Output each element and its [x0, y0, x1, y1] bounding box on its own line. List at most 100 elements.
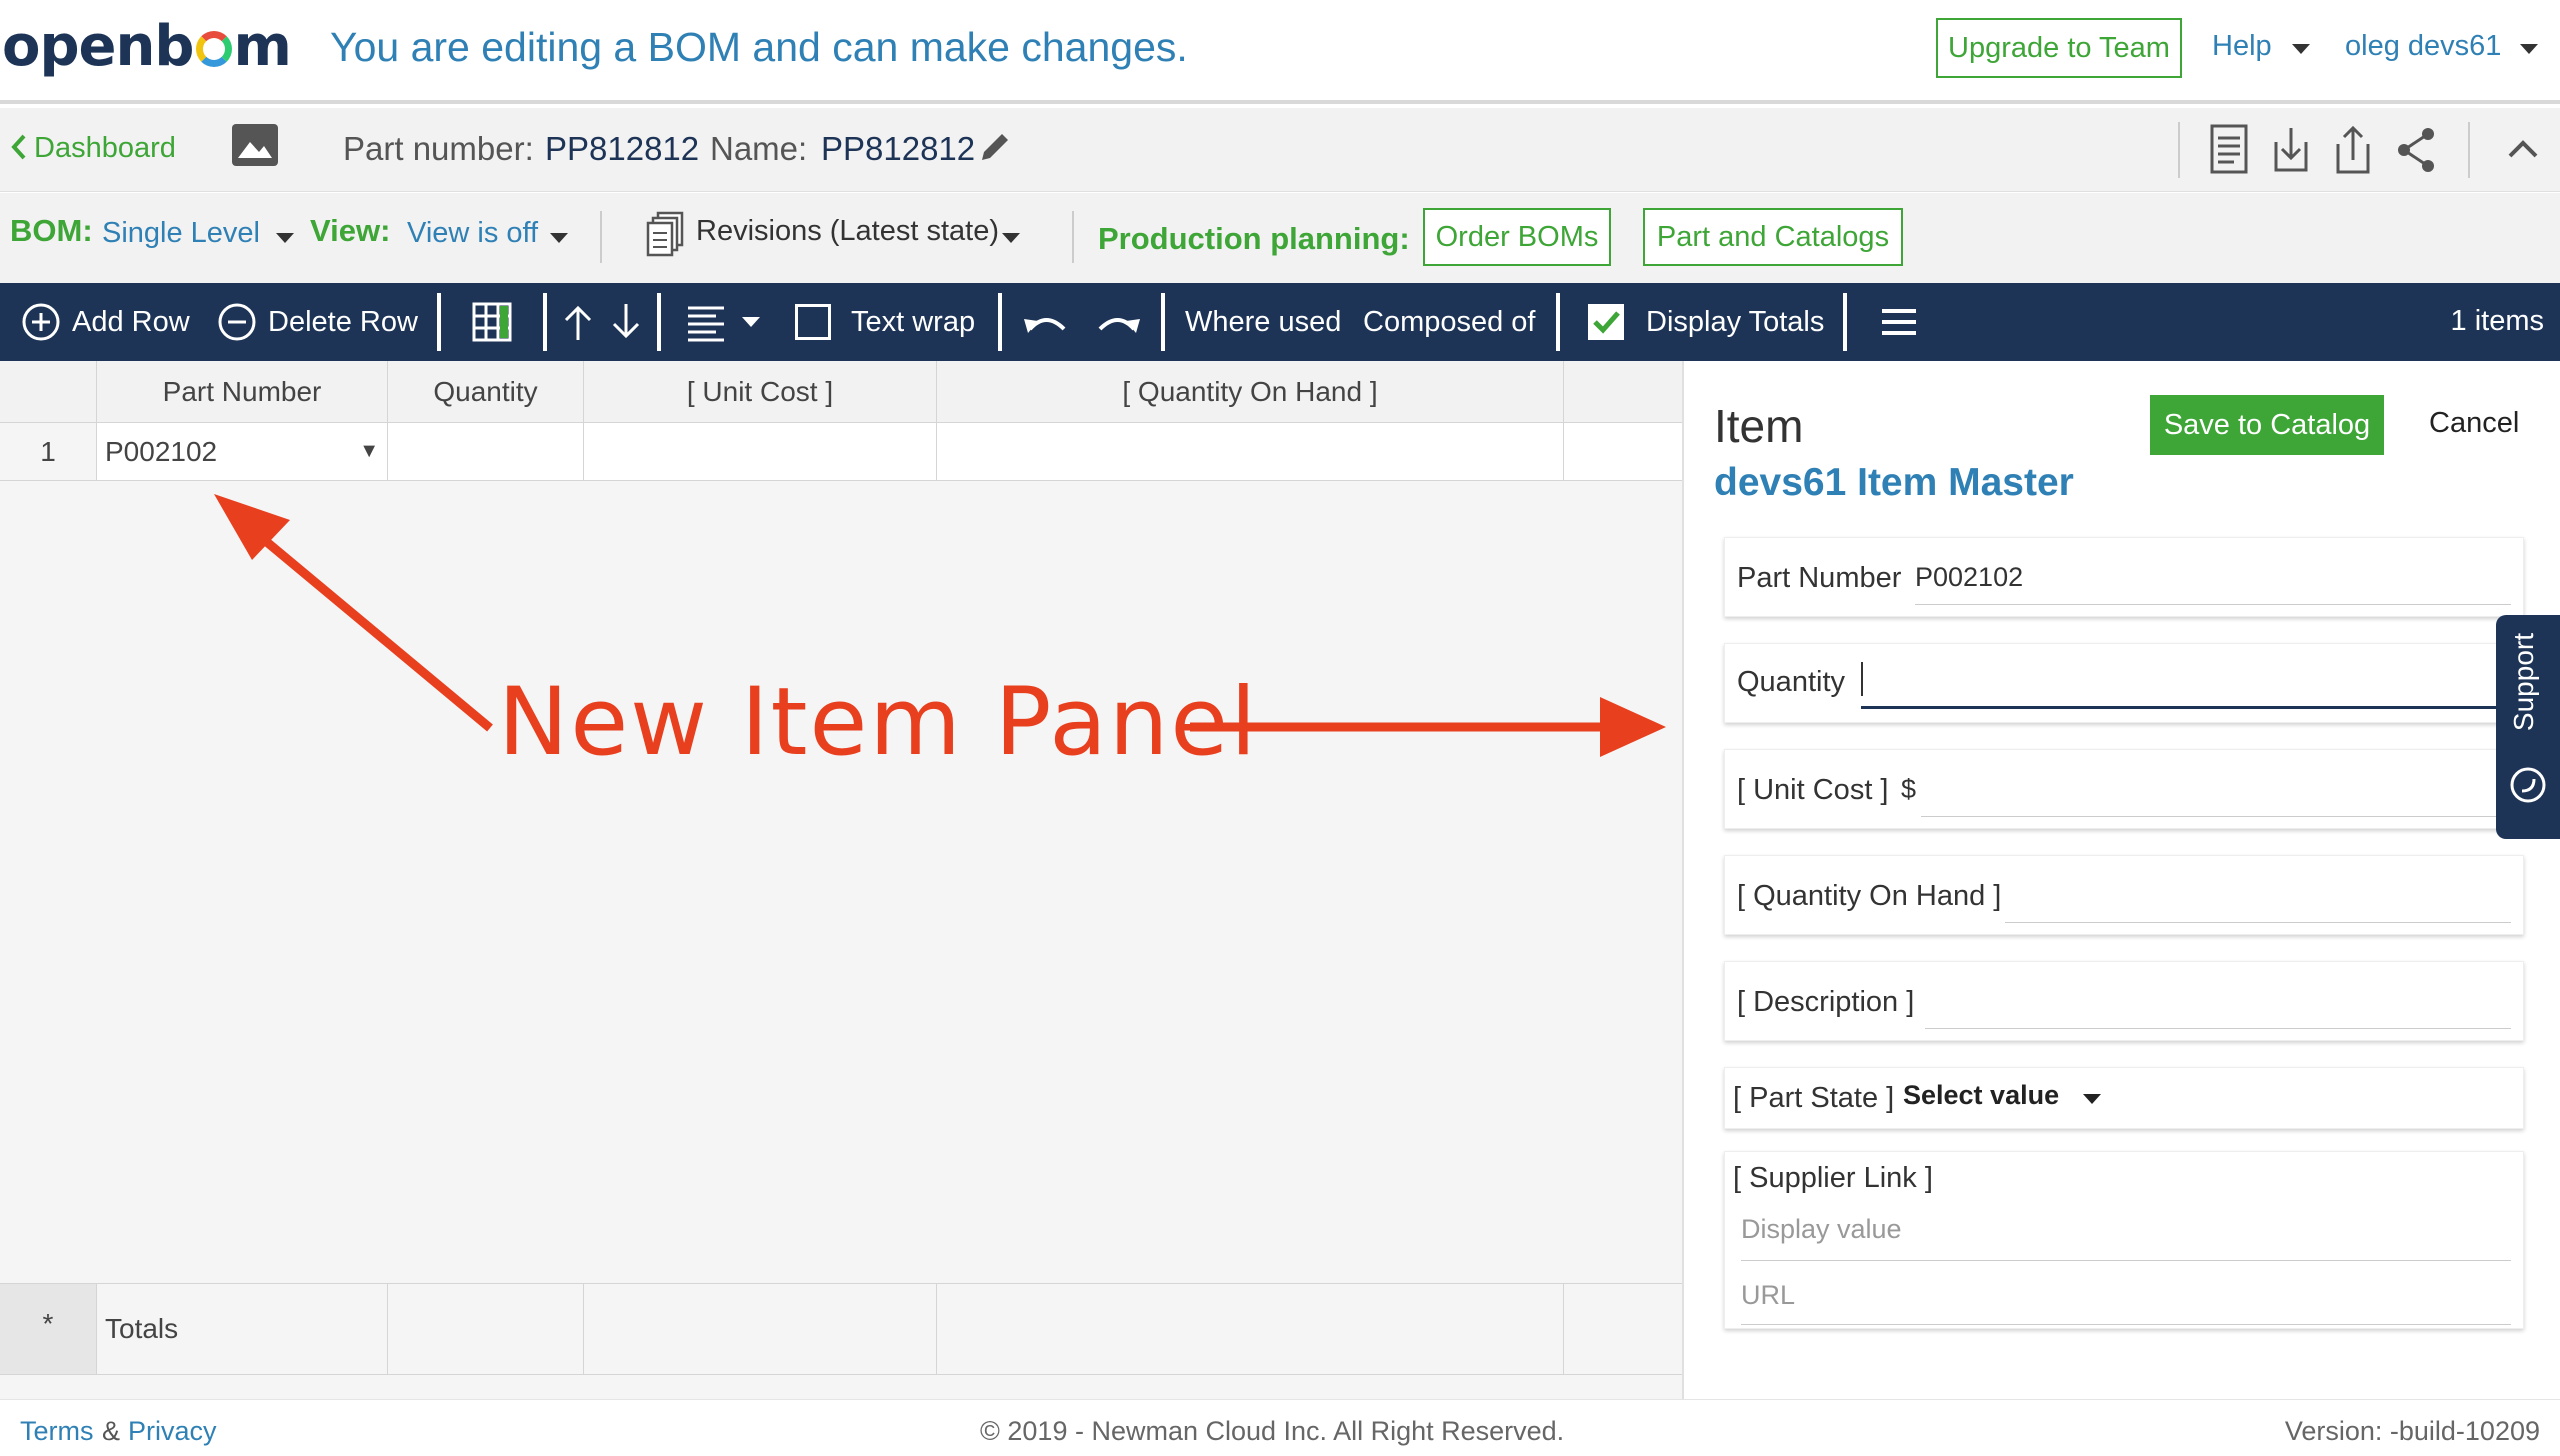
dropdown-icon[interactable]: ▼ — [359, 440, 379, 463]
totals-cell — [584, 1284, 937, 1374]
add-row-button[interactable]: Add Row — [20, 283, 190, 361]
arrow-down-icon — [612, 304, 640, 339]
part-number-input[interactable]: P002102 — [1915, 562, 2023, 593]
user-menu[interactable]: oleg devs61 — [2345, 30, 2538, 63]
align-menu-button[interactable] — [686, 283, 760, 361]
unit-cost-input[interactable] — [1921, 816, 2511, 817]
move-up-button[interactable] — [560, 283, 596, 361]
chevron-down-icon[interactable] — [276, 233, 294, 243]
privacy-link[interactable]: Privacy — [128, 1416, 217, 1447]
unit-cost-field[interactable]: [ Unit Cost ] $ — [1724, 749, 2524, 829]
part-state-select[interactable]: Select value — [1903, 1080, 2059, 1111]
chevron-down-icon[interactable] — [2083, 1094, 2101, 1104]
pencil-icon[interactable] — [978, 130, 1012, 164]
delete-row-label: Delete Row — [268, 305, 418, 338]
move-down-button[interactable] — [608, 283, 644, 361]
image-icon[interactable] — [232, 124, 278, 166]
revisions-select[interactable]: Revisions (Latest state) — [696, 215, 999, 248]
part-and-catalogs-button[interactable]: Part and Catalogs — [1643, 208, 1903, 266]
app-header: openb m You are editing a BOM and can mak… — [0, 0, 2560, 104]
redo-icon — [1098, 318, 1140, 333]
description-field[interactable]: [ Description ] — [1724, 961, 2524, 1041]
divider — [1072, 211, 1074, 263]
where-used-button[interactable]: Where used — [1185, 283, 1341, 361]
panel-title: Item — [1714, 400, 1804, 452]
part-number-value: PP812812 — [545, 130, 700, 167]
field-label: [ Part State ] — [1733, 1082, 1895, 1114]
quantity-on-hand-field[interactable]: [ Quantity On Hand ] — [1724, 855, 2524, 935]
part-number-field[interactable]: Part Number P002102 — [1724, 537, 2524, 617]
revisions-icon[interactable] — [646, 211, 684, 259]
save-to-catalog-button[interactable]: Save to Catalog — [2150, 395, 2384, 455]
name-value: PP812812 — [821, 130, 976, 167]
hamburger-icon — [1882, 309, 1916, 335]
quantity-cell[interactable] — [388, 423, 584, 480]
quantity-field[interactable]: Quantity — [1724, 643, 2524, 723]
chevron-down-icon[interactable] — [1002, 233, 1020, 243]
arrow-up-icon — [564, 305, 592, 340]
table-icon — [472, 302, 512, 342]
help-menu[interactable]: Help — [2212, 30, 2310, 63]
support-label: Support — [2508, 633, 2539, 732]
chevron-left-icon — [11, 134, 26, 160]
item-panel: Item devs61 Item Master Save to Catalog … — [1682, 361, 2560, 1399]
part-state-field[interactable]: [ Part State ] Select value — [1724, 1067, 2524, 1129]
upgrade-to-team-button[interactable]: Upgrade to Team — [1936, 18, 2182, 78]
dashboard-back-link[interactable]: Dashboard — [10, 132, 176, 165]
chevron-down-icon — [2520, 44, 2538, 54]
delete-row-button[interactable]: Delete Row — [216, 283, 418, 361]
openbom-logo[interactable]: openb m — [2, 14, 292, 79]
copyright-text: © 2019 - Newman Cloud Inc. All Right Res… — [980, 1416, 1565, 1446]
display-totals-toggle[interactable]: Display Totals — [1586, 283, 1824, 361]
description-input[interactable] — [1925, 1028, 2511, 1029]
checkbox-unchecked-icon — [795, 304, 831, 340]
cell-value: P002102 — [105, 435, 218, 467]
quantity-on-hand-cell[interactable] — [937, 423, 1564, 480]
unit-cost-cell[interactable] — [584, 423, 937, 480]
table-row[interactable]: 1 P002102 ▼ — [0, 423, 1682, 481]
download-icon[interactable] — [2268, 122, 2314, 178]
document-icon[interactable] — [2206, 122, 2252, 178]
column-header[interactable]: [ Quantity On Hand ] — [937, 361, 1564, 422]
chevron-up-icon[interactable] — [2500, 122, 2546, 178]
toolbar-divider — [437, 293, 441, 351]
order-boms-button[interactable]: Order BOMs — [1423, 208, 1611, 266]
bom-label: BOM: — [10, 213, 93, 248]
name-label: Name: — [710, 130, 808, 167]
bom-type-select[interactable]: Single Level — [102, 217, 260, 250]
support-tab[interactable]: Support — [2496, 615, 2560, 839]
divider — [2178, 122, 2180, 178]
column-header[interactable]: Part Number — [97, 361, 388, 422]
undo-button[interactable] — [1024, 283, 1068, 361]
field-label: Quantity — [1737, 666, 1845, 698]
catalog-name[interactable]: devs61 Item Master — [1714, 461, 2074, 505]
cancel-button[interactable]: Cancel — [2429, 407, 2519, 440]
field-label: [ Supplier Link ] — [1733, 1162, 1933, 1194]
quantity-on-hand-input[interactable] — [2005, 922, 2511, 923]
align-left-icon — [688, 306, 724, 342]
composed-of-button[interactable]: Composed of — [1363, 283, 1536, 361]
supplier-link-field: [ Supplier Link ] Display value URL — [1724, 1151, 2524, 1329]
redo-button[interactable] — [1096, 283, 1140, 361]
supplier-url-input[interactable]: URL — [1741, 1280, 1795, 1311]
quantity-input[interactable] — [1861, 706, 2511, 709]
view-select[interactable]: View is off — [407, 217, 538, 250]
page-footer: Terms & Privacy © 2019 - Newman Cloud In… — [0, 1399, 2560, 1456]
totals-row: * Totals — [0, 1283, 1682, 1375]
supplier-display-input[interactable]: Display value — [1741, 1214, 1902, 1245]
share-network-icon[interactable] — [2394, 122, 2440, 178]
bom-options-bar: BOM: Single Level View: View is off Revi… — [0, 193, 2560, 283]
text-wrap-toggle[interactable]: Text wrap — [795, 283, 975, 361]
totals-cell — [1564, 1284, 1682, 1374]
column-header[interactable]: Quantity — [388, 361, 584, 422]
share-upload-icon[interactable] — [2330, 122, 2376, 178]
column-header[interactable]: [ Unit Cost ] — [584, 361, 937, 422]
terms-link[interactable]: Terms — [20, 1416, 94, 1447]
grid-view-button[interactable] — [470, 283, 514, 361]
chevron-down-icon[interactable] — [550, 233, 568, 243]
toolbar-divider — [1556, 293, 1560, 351]
part-number-label: Part number: — [343, 130, 534, 167]
hamburger-menu-button[interactable] — [1880, 283, 1918, 361]
part-number-cell[interactable]: P002102 ▼ — [97, 423, 388, 480]
field-label: [ Quantity On Hand ] — [1737, 880, 2002, 912]
